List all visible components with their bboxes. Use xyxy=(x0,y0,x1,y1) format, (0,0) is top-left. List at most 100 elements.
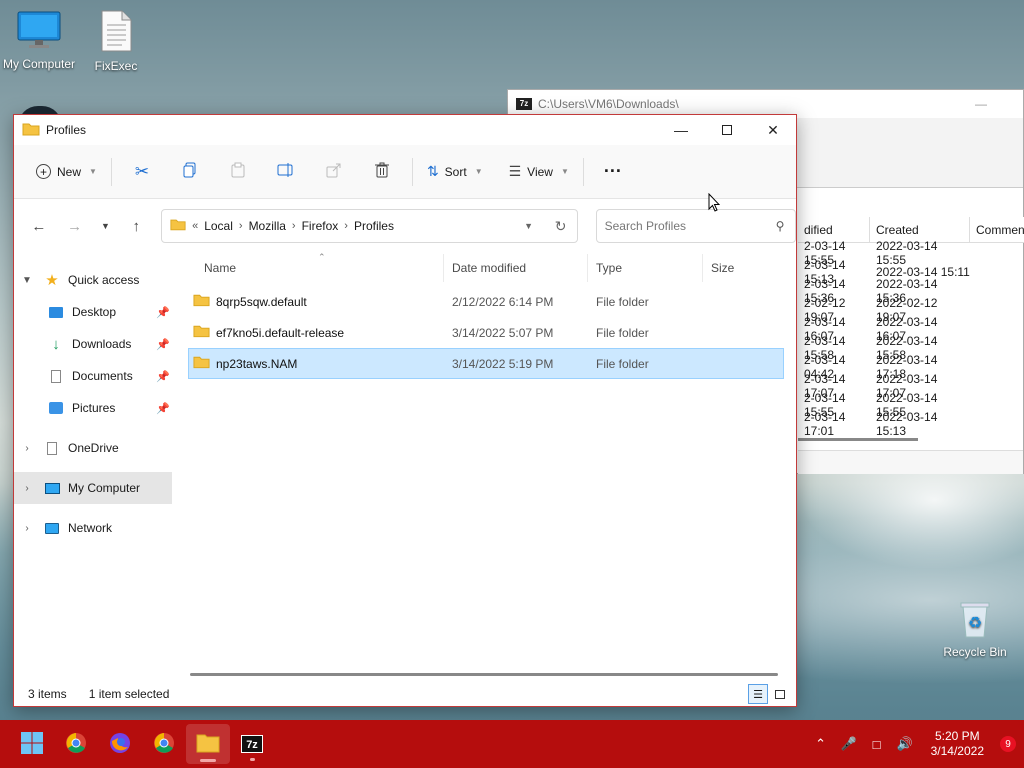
address-history-button[interactable]: ▼ xyxy=(513,221,545,231)
back-button[interactable]: ← xyxy=(24,211,54,241)
folder-icon xyxy=(170,218,186,234)
breadcrumb-local[interactable]: Local xyxy=(204,219,233,233)
notification-badge[interactable]: 9 xyxy=(1000,736,1016,752)
sidebar-item-network[interactable]: › Network xyxy=(14,512,172,544)
clock[interactable]: 5:20 PM 3/14/2022 xyxy=(931,729,984,759)
address-bar[interactable]: « Local › Mozilla › Firefox › Profiles ▼… xyxy=(161,209,578,243)
taskbar-chrome-button[interactable] xyxy=(142,724,186,764)
desktop-icon-label: FixExec xyxy=(94,59,138,73)
desktop-icon-my-computer[interactable]: My Computer xyxy=(0,10,81,71)
windows-logo-icon xyxy=(20,731,44,758)
file-row[interactable]: ef7kno5i.default-release 3/14/2022 5:07 P… xyxy=(188,317,784,348)
breadcrumb-firefox[interactable]: Firefox xyxy=(302,219,339,233)
share-button[interactable] xyxy=(310,154,358,190)
desktop-icon-label: My Computer xyxy=(2,57,76,71)
running-indicator xyxy=(250,758,255,761)
bg-file-table: dified Created Commen 2-03-14 15:55 2022-… xyxy=(798,217,1024,438)
breadcrumb-mozilla[interactable]: Mozilla xyxy=(249,219,286,233)
view-button[interactable]: ☰ View ▼ xyxy=(501,154,577,190)
paste-icon xyxy=(230,162,246,181)
bg-cell-created: 2022-03-14 15:55 xyxy=(876,238,938,267)
sidebar-item-documents[interactable]: Documents 📌 xyxy=(14,360,172,392)
desktop-icon-recycle-bin[interactable]: ♻ Recycle Bin xyxy=(933,600,1017,659)
file-explorer-window[interactable]: Profiles — ✕ + New ▼ ✂ ⇅ Sort ▼ ☰ View ▼… xyxy=(13,114,797,707)
up-button[interactable]: ↑ xyxy=(121,211,151,241)
recent-locations-button[interactable]: ▼ xyxy=(96,211,116,241)
bg-cell-modified: 2-03-14 17:01 xyxy=(804,409,846,438)
chevron-right-icon[interactable]: › xyxy=(344,220,348,232)
search-placeholder: Search Profiles xyxy=(604,219,686,233)
sort-button[interactable]: ⇅ Sort ▼ xyxy=(419,154,491,190)
sidebar-item-pictures[interactable]: Pictures 📌 xyxy=(14,392,172,424)
start-button[interactable] xyxy=(10,724,54,764)
delete-button[interactable] xyxy=(358,154,406,190)
new-button[interactable]: + New ▼ xyxy=(28,154,105,190)
sidebar-item-desktop[interactable]: Desktop 📌 xyxy=(14,296,172,328)
taskbar-7zip-button[interactable]: 7z xyxy=(230,724,274,764)
bg-table-row[interactable]: 2-03-14 17:01 2022-03-14 15:13 xyxy=(798,410,1024,438)
chevron-right-icon[interactable]: › xyxy=(14,483,40,494)
item-count: 3 items xyxy=(28,687,67,701)
more-options-button[interactable]: ··· xyxy=(590,154,636,190)
forward-button[interactable]: → xyxy=(60,211,90,241)
rename-button[interactable] xyxy=(262,154,310,190)
chevron-up-icon[interactable]: ⌃ xyxy=(811,736,831,752)
horizontal-scrollbar[interactable] xyxy=(190,673,778,676)
breadcrumb-overflow[interactable]: « xyxy=(192,220,198,232)
taskbar-firefox-button[interactable] xyxy=(98,724,142,764)
sidebar-label: Quick access xyxy=(68,273,140,287)
minimize-button[interactable]: — xyxy=(658,115,704,145)
clock-time: 5:20 PM xyxy=(934,729,980,743)
list-view-icon: ☰ xyxy=(753,688,763,701)
desktop-icon-fixexec[interactable]: FixExec xyxy=(74,10,158,73)
refresh-button[interactable]: ↻ xyxy=(545,218,577,235)
taskbar-chrome-button[interactable] xyxy=(54,724,98,764)
cut-button[interactable]: ✂ xyxy=(118,154,166,190)
sidebar-label: Documents xyxy=(72,369,133,383)
search-box[interactable]: Search Profiles ⚲ xyxy=(595,209,796,243)
bg-minimize-button[interactable]: — xyxy=(975,97,987,111)
file-name: ef7kno5i.default-release xyxy=(216,325,345,340)
view-label: View xyxy=(527,164,553,179)
chevron-right-icon[interactable]: › xyxy=(14,443,40,454)
large-icons-view-button[interactable] xyxy=(770,684,790,704)
navigation-bar: ← → ▼ ↑ « Local › Mozilla › Firefox › Pr… xyxy=(14,199,796,253)
7zip-icon: 7z xyxy=(241,735,263,753)
network-icon[interactable]: □ xyxy=(867,737,887,752)
sidebar-item-quick-access[interactable]: ▼ ★ Quick access xyxy=(14,264,172,296)
copy-button[interactable] xyxy=(166,154,214,190)
pictures-icon xyxy=(44,402,68,414)
taskbar-file-explorer-button[interactable] xyxy=(186,724,230,764)
column-size[interactable]: Size xyxy=(703,254,778,282)
chevron-right-icon[interactable]: › xyxy=(292,220,296,232)
chevron-down-icon[interactable]: ▼ xyxy=(14,275,40,286)
title-bar[interactable]: Profiles — ✕ xyxy=(14,115,796,145)
file-name: 8qrp5sqw.default xyxy=(216,294,307,309)
chevron-right-icon[interactable]: › xyxy=(14,523,40,534)
file-row[interactable]: np23taws.NAM 3/14/2022 5:19 PM File folder xyxy=(188,348,784,379)
sidebar-item-downloads[interactable]: ↓ Downloads 📌 xyxy=(14,328,172,360)
column-name[interactable]: Name xyxy=(188,254,444,282)
document-icon xyxy=(44,369,68,383)
volume-icon[interactable]: 🔊 xyxy=(895,736,915,752)
column-type[interactable]: Type xyxy=(588,254,703,282)
maximize-button[interactable] xyxy=(704,115,750,145)
file-row[interactable]: 8qrp5sqw.default 2/12/2022 6:14 PM File fo… xyxy=(188,286,784,317)
breadcrumb-profiles[interactable]: Profiles xyxy=(354,219,394,233)
close-button[interactable]: ✕ xyxy=(750,115,796,145)
search-icon[interactable]: ⚲ xyxy=(765,219,795,233)
microphone-icon[interactable]: 🎤 xyxy=(839,736,859,752)
bg-cell-created: 2022-03-14 15:13 xyxy=(876,409,938,438)
paste-button[interactable] xyxy=(214,154,262,190)
sidebar-item-my-computer[interactable]: › My Computer xyxy=(14,472,172,504)
chevron-right-icon[interactable]: › xyxy=(239,220,243,232)
chevron-down-icon: ▼ xyxy=(89,167,97,176)
folder-icon xyxy=(193,324,210,341)
bg-col-comment[interactable]: Commen xyxy=(970,217,1024,242)
details-view-button[interactable]: ☰ xyxy=(748,684,768,704)
arrow-up-icon: ↑ xyxy=(132,217,140,235)
star-icon: ★ xyxy=(45,272,59,289)
column-date-modified[interactable]: Date modified xyxy=(444,254,588,282)
sidebar-item-onedrive[interactable]: › OneDrive xyxy=(14,432,172,464)
bg-scrollbar[interactable] xyxy=(798,438,918,441)
